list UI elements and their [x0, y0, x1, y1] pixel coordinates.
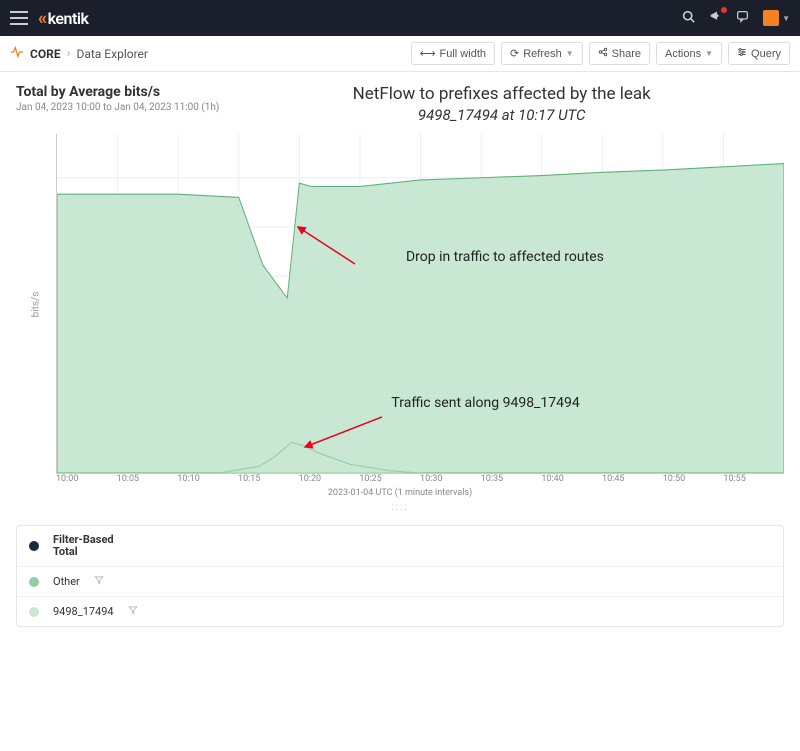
legend-label-other: Other [53, 575, 80, 588]
avatar [763, 10, 779, 26]
annotation-title: NetFlow to prefixes affected by the leak [219, 84, 784, 104]
chevron-down-icon: ▼ [566, 49, 574, 58]
share-icon [598, 47, 608, 60]
user-menu[interactable]: ▼ [763, 10, 790, 26]
brand-chevrons: « [38, 8, 47, 29]
chevron-right-icon: › [67, 46, 71, 61]
swatch-total [29, 541, 39, 551]
fullwidth-icon: ⟷ [420, 47, 436, 60]
top-nav: « kentik ▼ [0, 0, 800, 36]
share-button[interactable]: Share [589, 42, 650, 65]
legend-label-9498-17494: 9498_17494 [53, 605, 114, 618]
breadcrumb-page[interactable]: Data Explorer [76, 47, 148, 61]
menu-icon[interactable] [10, 11, 28, 25]
brand-logo[interactable]: « kentik [38, 8, 88, 29]
page-toolbar: ⟷ Full width ⟳ Refresh ▼ Share Actions ▼… [411, 42, 790, 65]
fullwidth-label: Full width [440, 48, 486, 60]
swatch-9498-17494 [29, 607, 39, 617]
legend-header-l2: Total [53, 545, 78, 558]
sliders-icon [737, 47, 747, 60]
notification-badge [721, 7, 727, 13]
actions-button[interactable]: Actions ▼ [656, 42, 722, 65]
brand-text: kentik [48, 9, 89, 28]
refresh-label: Refresh [523, 48, 562, 60]
breadcrumb-root[interactable]: CORE [30, 47, 61, 61]
announce-icon[interactable] [709, 10, 722, 27]
legend-header-l1: Filter-Based [53, 533, 114, 546]
chat-icon[interactable] [736, 10, 749, 27]
query-button[interactable]: Query [728, 42, 790, 65]
chart-timerange: Jan 04, 2023 10:00 to Jan 04, 2023 11:00… [16, 102, 219, 113]
filter-icon[interactable] [94, 575, 104, 588]
swatch-other [29, 577, 39, 587]
chart-title: Total by Average bits/s [16, 84, 219, 100]
annotation-subtitle: 9498_17494 at 10:17 UTC [219, 106, 784, 124]
filter-icon[interactable] [128, 605, 138, 618]
pulse-icon [10, 45, 24, 63]
fullwidth-button[interactable]: ⟷ Full width [411, 42, 495, 65]
actions-label: Actions [665, 48, 701, 60]
search-icon[interactable] [682, 10, 695, 27]
share-label: Share [612, 48, 641, 60]
y-axis-label: bits/s [31, 291, 42, 317]
breadcrumb-bar: CORE › Data Explorer ⟷ Full width ⟳ Refr… [0, 36, 800, 72]
chart-plot[interactable]: Drop in traffic to affected routes Traff… [56, 134, 784, 474]
query-label: Query [751, 48, 781, 60]
chevron-down-icon: ▼ [705, 49, 713, 58]
refresh-icon: ⟳ [510, 47, 519, 60]
arrow-sent [297, 412, 800, 751]
chart-area[interactable]: bits/s Drop in traffic to affected route [16, 134, 784, 474]
refresh-button[interactable]: ⟳ Refresh ▼ [501, 42, 583, 65]
